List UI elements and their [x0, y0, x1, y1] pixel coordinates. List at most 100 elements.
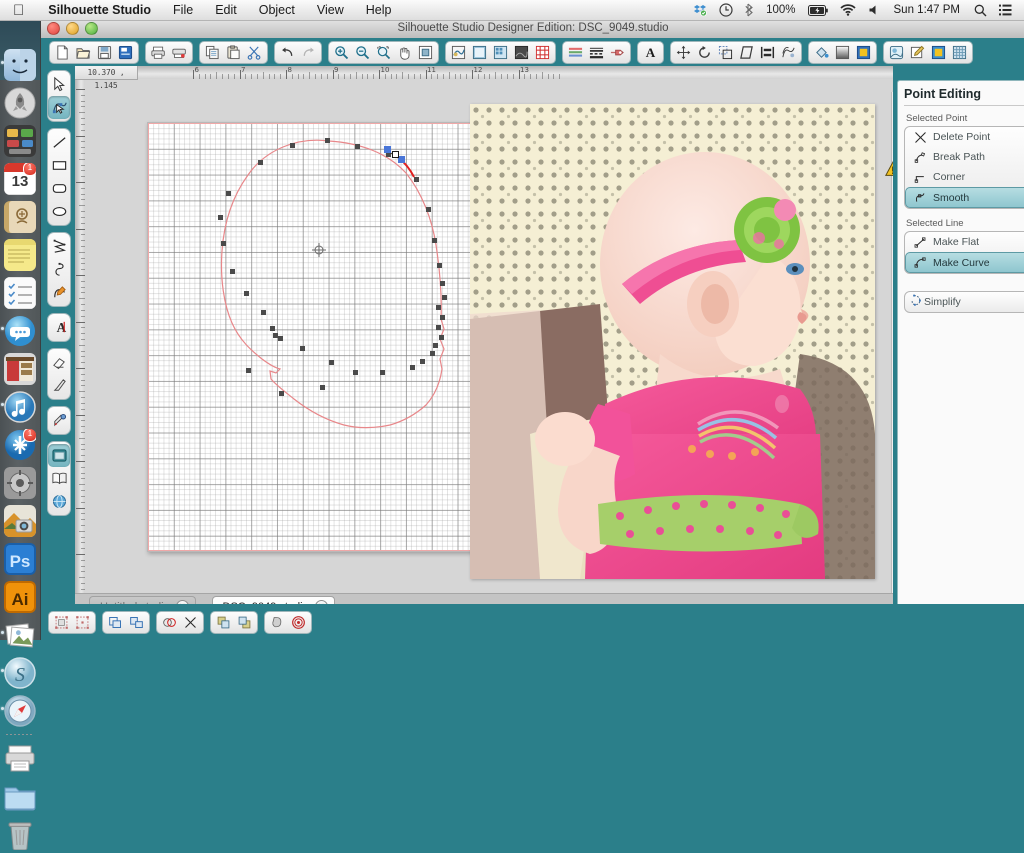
paste-button[interactable] [224, 43, 243, 62]
timemachine-icon[interactable] [713, 3, 739, 17]
open-document-button[interactable] [74, 43, 93, 62]
freehand-tool[interactable] [48, 281, 70, 304]
bring-to-front-button[interactable] [214, 613, 233, 632]
rounded-rectangle-tool[interactable] [48, 177, 70, 200]
page-setup-button[interactable] [470, 43, 489, 62]
zoom-selection-button[interactable] [374, 43, 393, 62]
line-style-button[interactable] [587, 43, 606, 62]
warning-triangle-icon[interactable] [885, 161, 893, 177]
line-tool[interactable] [48, 131, 70, 154]
crop-view-button[interactable] [929, 43, 948, 62]
dock-item-preview[interactable] [4, 619, 36, 651]
dock-item-silhouette-studio[interactable]: S [4, 657, 36, 689]
select-tool[interactable] [48, 73, 70, 96]
polygon-tool[interactable] [48, 235, 70, 258]
menu-help[interactable]: Help [355, 0, 403, 20]
battery-charging-icon[interactable] [802, 4, 834, 16]
dock-item-finder[interactable] [4, 49, 36, 81]
simplify-button[interactable]: Simplify [904, 291, 1024, 313]
eyedropper-tool[interactable] [48, 409, 70, 432]
dock-item-mission-control[interactable] [4, 125, 36, 157]
design-page[interactable] [147, 122, 475, 552]
menu-app-name[interactable]: Silhouette Studio [37, 0, 162, 20]
dock-item-photo-booth[interactable] [4, 353, 36, 385]
fill-pattern-button[interactable] [854, 43, 873, 62]
delete-point-button[interactable]: Delete Point [906, 127, 1024, 147]
break-path-button[interactable]: Break Path [906, 147, 1024, 167]
menu-object[interactable]: Object [248, 0, 306, 20]
menu-bar-status-area[interactable]: 100% Sun 1:47 PM [687, 0, 1024, 20]
dock-item-illustrator[interactable]: Ai [4, 581, 36, 613]
dock-item-photoshop[interactable]: Ps [4, 543, 36, 575]
line-color-button[interactable] [566, 43, 585, 62]
curve-tool[interactable] [48, 258, 70, 281]
menu-edit[interactable]: Edit [204, 0, 248, 20]
store-tool[interactable] [48, 490, 70, 513]
make-curve-button[interactable]: Make Curve [905, 252, 1024, 273]
cut-settings-button[interactable] [491, 43, 510, 62]
align-button[interactable] [758, 43, 777, 62]
mac-menu-bar[interactable]:  Silhouette Studio File Edit Object Vie… [0, 0, 1024, 21]
dock-item-itunes[interactable] [4, 391, 36, 423]
print-bleed-button[interactable] [512, 43, 531, 62]
volume-icon[interactable] [862, 4, 886, 16]
cut-button[interactable] [245, 43, 264, 62]
move-button[interactable] [674, 43, 693, 62]
rotate-button[interactable] [695, 43, 714, 62]
zoom-out-button[interactable] [353, 43, 372, 62]
dock-item-safari[interactable] [4, 695, 36, 727]
dock-item-launchpad[interactable] [4, 87, 36, 119]
knife-tool[interactable] [48, 374, 70, 397]
dropbox-icon[interactable] [687, 3, 713, 17]
grid-view-button[interactable] [950, 43, 969, 62]
smooth-button[interactable]: Smooth [905, 187, 1024, 208]
undo-button[interactable] [278, 43, 297, 62]
send-to-back-button[interactable] [235, 613, 254, 632]
dock-item-messages[interactable] [4, 315, 36, 347]
scale-button[interactable] [716, 43, 735, 62]
make-compound-path-button[interactable] [106, 613, 125, 632]
dock-item-system-preferences[interactable] [4, 467, 36, 499]
text-tool[interactable]: A [48, 316, 70, 339]
dock-item-reminders[interactable] [4, 277, 36, 309]
window-titlebar[interactable]: Silhouette Studio Designer Edition: DSC_… [41, 19, 1024, 39]
cut-preview-button[interactable] [887, 43, 906, 62]
ungroup-button[interactable] [73, 613, 92, 632]
ellipse-tool[interactable] [48, 200, 70, 223]
registration-marks-button[interactable] [533, 43, 552, 62]
rectangle-tool[interactable] [48, 154, 70, 177]
design-panel-tool[interactable] [48, 444, 70, 467]
internal-offset-button[interactable] [289, 613, 308, 632]
canvas-viewport[interactable] [85, 79, 893, 593]
dock-item-printer-stack[interactable] [4, 742, 36, 774]
text-style-button[interactable]: A [641, 43, 660, 62]
release-compound-path-button[interactable] [127, 613, 146, 632]
zoom-in-button[interactable] [332, 43, 351, 62]
menu-file[interactable]: File [162, 0, 204, 20]
dock[interactable]: 13 1 1 Ps Ai S [0, 20, 41, 850]
eraser-tool[interactable] [48, 351, 70, 374]
print-button[interactable] [149, 43, 168, 62]
dock-item-downloads-stack[interactable] [4, 780, 36, 812]
make-flat-button[interactable]: Make Flat [906, 232, 1024, 252]
apple-logo-icon[interactable]:  [0, 3, 37, 18]
offset-button[interactable] [268, 613, 287, 632]
fit-to-page-button[interactable] [416, 43, 435, 62]
path-control-points[interactable] [218, 138, 447, 396]
pan-button[interactable] [395, 43, 414, 62]
corner-button[interactable]: Corner [906, 167, 1024, 187]
dock-item-trash[interactable] [4, 818, 36, 850]
redo-button[interactable] [299, 43, 318, 62]
save-to-library-button[interactable] [116, 43, 135, 62]
dock-item-notes[interactable] [4, 239, 36, 271]
traced-vector-path[interactable] [148, 123, 474, 551]
main-toolbar[interactable]: A [41, 38, 1024, 66]
sketch-pens-button[interactable] [608, 43, 627, 62]
shear-button[interactable] [737, 43, 756, 62]
detach-lines-button[interactable] [181, 613, 200, 632]
new-document-button[interactable] [53, 43, 72, 62]
fill-color-button[interactable] [812, 43, 831, 62]
dock-item-calendar[interactable]: 13 1 [4, 163, 36, 195]
replicate-button[interactable] [779, 43, 798, 62]
bluetooth-icon[interactable] [739, 3, 760, 17]
